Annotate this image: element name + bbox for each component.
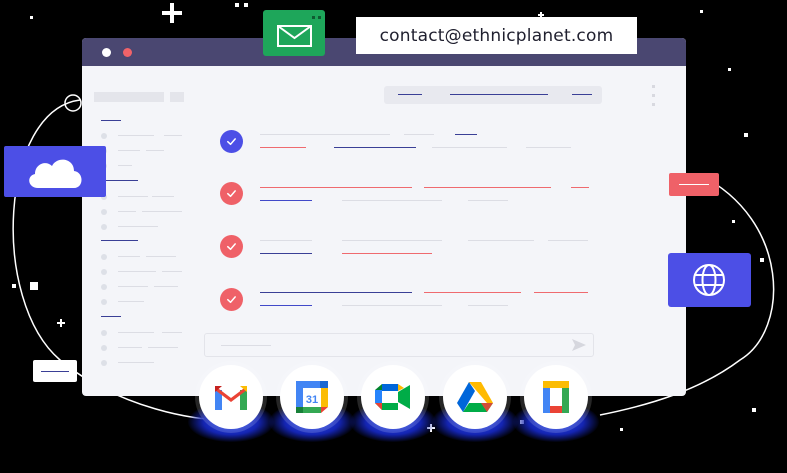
google-drive-app[interactable] [443, 365, 507, 429]
search-bar[interactable] [384, 86, 602, 104]
window-minimize-dot[interactable] [102, 48, 111, 57]
globe-icon [693, 264, 725, 296]
check-icon[interactable] [220, 130, 243, 153]
send-icon[interactable] [571, 338, 587, 352]
email-window [82, 38, 686, 396]
google-meet-icon [375, 384, 410, 410]
red-tag-card [669, 173, 719, 196]
cloud-icon [29, 159, 82, 188]
globe-card [668, 253, 751, 307]
window-close-dot[interactable] [123, 48, 132, 57]
calendar-date-label: 31 [306, 394, 318, 406]
check-icon[interactable] [220, 182, 243, 205]
toolbar-placeholder [94, 92, 164, 102]
toolbar-placeholder-small [170, 92, 184, 102]
compose-input[interactable] [204, 333, 594, 357]
google-meet-app[interactable] [361, 365, 425, 429]
google-drive-icon [457, 382, 493, 412]
more-options-icon[interactable] [652, 85, 656, 109]
gmail-app[interactable] [199, 365, 263, 429]
small-note-card [33, 360, 77, 382]
mail-badge [263, 10, 325, 56]
contact-email[interactable]: contact@ethnicplanet.com [356, 17, 637, 54]
gmail-icon [215, 386, 247, 410]
google-calendar-icon: 31 [296, 381, 328, 413]
google-docs-app[interactable] [524, 365, 588, 429]
check-icon[interactable] [220, 235, 243, 258]
envelope-icon [277, 25, 312, 47]
google-docs-icon [543, 381, 569, 413]
check-icon[interactable] [220, 288, 243, 311]
cloud-card [4, 146, 106, 197]
google-calendar-app[interactable]: 31 [280, 365, 344, 429]
